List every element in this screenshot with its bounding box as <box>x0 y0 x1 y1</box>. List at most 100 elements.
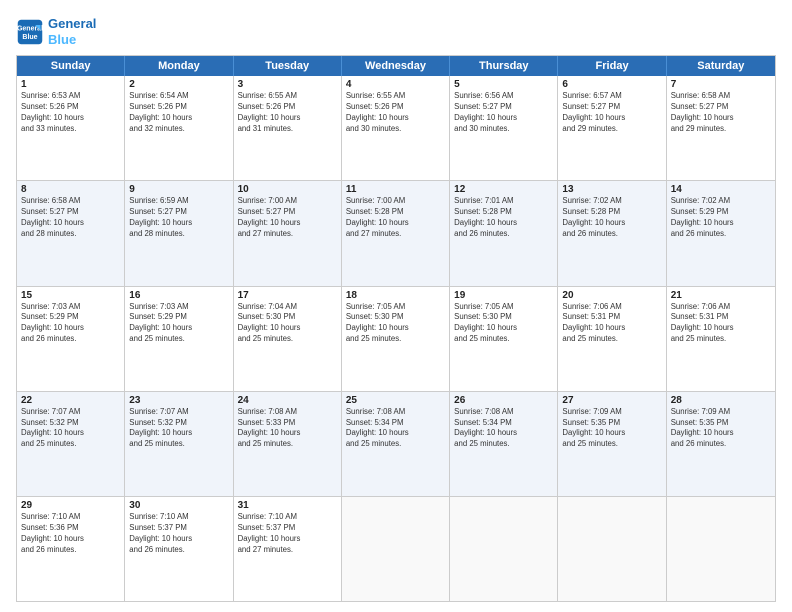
day-18: 18Sunrise: 7:05 AMSunset: 5:30 PMDayligh… <box>342 287 450 391</box>
day-info: Sunrise: 6:59 AMSunset: 5:27 PMDaylight:… <box>129 196 228 240</box>
day-4: 4Sunrise: 6:55 AMSunset: 5:26 PMDaylight… <box>342 76 450 180</box>
empty-cell <box>342 497 450 601</box>
day-30: 30Sunrise: 7:10 AMSunset: 5:37 PMDayligh… <box>125 497 233 601</box>
day-number: 22 <box>21 395 120 406</box>
week-row-4: 22Sunrise: 7:07 AMSunset: 5:32 PMDayligh… <box>17 391 775 496</box>
day-19: 19Sunrise: 7:05 AMSunset: 5:30 PMDayligh… <box>450 287 558 391</box>
day-info: Sunrise: 7:09 AMSunset: 5:35 PMDaylight:… <box>671 407 771 451</box>
day-number: 9 <box>129 184 228 195</box>
day-number: 24 <box>238 395 337 406</box>
day-number: 5 <box>454 79 553 90</box>
day-3: 3Sunrise: 6:55 AMSunset: 5:26 PMDaylight… <box>234 76 342 180</box>
day-number: 19 <box>454 290 553 301</box>
day-number: 4 <box>346 79 445 90</box>
day-info: Sunrise: 7:02 AMSunset: 5:28 PMDaylight:… <box>562 196 661 240</box>
day-number: 23 <box>129 395 228 406</box>
day-number: 6 <box>562 79 661 90</box>
logo-text: GeneralBlue <box>48 16 96 47</box>
day-21: 21Sunrise: 7:06 AMSunset: 5:31 PMDayligh… <box>667 287 775 391</box>
week-row-3: 15 Sunrise: 7:03 AMSunset: 5:29 PMDayligh… <box>17 286 775 391</box>
day-info: Sunrise: 6:57 AMSunset: 5:27 PMDaylight:… <box>562 91 661 135</box>
day-number: 8 <box>21 184 120 195</box>
day-info: Sunrise: 7:06 AMSunset: 5:31 PMDaylight:… <box>671 302 771 346</box>
day-info: Sunrise: 7:10 AMSunset: 5:37 PMDaylight:… <box>238 512 337 556</box>
day-28: 28Sunrise: 7:09 AMSunset: 5:35 PMDayligh… <box>667 392 775 496</box>
day-info: Sunrise: 7:08 AMSunset: 5:34 PMDaylight:… <box>346 407 445 451</box>
day-number: 26 <box>454 395 553 406</box>
day-29: 29Sunrise: 7:10 AMSunset: 5:36 PMDayligh… <box>17 497 125 601</box>
day-23: 23Sunrise: 7:07 AMSunset: 5:32 PMDayligh… <box>125 392 233 496</box>
day-26: 26Sunrise: 7:08 AMSunset: 5:34 PMDayligh… <box>450 392 558 496</box>
day-15: 15Sunrise: 7:03 AMSunset: 5:29 PMDayligh… <box>17 287 125 391</box>
day-1: 1Sunrise: 6:53 AMSunset: 5:26 PMDaylight… <box>17 76 125 180</box>
calendar-header: SundayMondayTuesdayWednesdayThursdayFrid… <box>17 56 775 76</box>
day-31: 31Sunrise: 7:10 AMSunset: 5:37 PMDayligh… <box>234 497 342 601</box>
calendar-body: 1Sunrise: 6:53 AMSunset: 5:26 PMDaylight… <box>17 76 775 601</box>
day-2: 2Sunrise: 6:54 AMSunset: 5:26 PMDaylight… <box>125 76 233 180</box>
header-day-monday: Monday <box>125 56 233 76</box>
day-9: 9Sunrise: 6:59 AMSunset: 5:27 PMDaylight… <box>125 181 233 285</box>
day-14: 14Sunrise: 7:02 AMSunset: 5:29 PMDayligh… <box>667 181 775 285</box>
day-info: Sunrise: 7:09 AMSunset: 5:35 PMDaylight:… <box>562 407 661 451</box>
day-number: 16 <box>129 290 228 301</box>
day-info: Sunrise: 7:00 AMSunset: 5:27 PMDaylight:… <box>238 196 337 240</box>
header-day-thursday: Thursday <box>450 56 558 76</box>
day-info: Sunrise: 6:56 AMSunset: 5:27 PMDaylight:… <box>454 91 553 135</box>
day-info: Sunrise: 6:55 AMSunset: 5:26 PMDaylight:… <box>346 91 445 135</box>
day-10: 10Sunrise: 7:00 AMSunset: 5:27 PMDayligh… <box>234 181 342 285</box>
header-day-tuesday: Tuesday <box>234 56 342 76</box>
day-info: Sunrise: 6:55 AMSunset: 5:26 PMDaylight:… <box>238 91 337 135</box>
day-12: 12Sunrise: 7:01 AMSunset: 5:28 PMDayligh… <box>450 181 558 285</box>
svg-text:Blue: Blue <box>22 34 37 41</box>
day-info: Sunrise: 7:10 AMSunset: 5:36 PMDaylight:… <box>21 512 120 556</box>
day-info: Sunrise: 7:05 AMSunset: 5:30 PMDaylight:… <box>454 302 553 346</box>
day-number: 1 <box>21 79 120 90</box>
week-row-5: 29Sunrise: 7:10 AMSunset: 5:36 PMDayligh… <box>17 496 775 601</box>
day-number: 18 <box>346 290 445 301</box>
day-number: 17 <box>238 290 337 301</box>
day-number: 15 <box>21 290 120 301</box>
day-info: Sunrise: 7:00 AMSunset: 5:28 PMDaylight:… <box>346 196 445 240</box>
day-16: 16Sunrise: 7:03 AMSunset: 5:29 PMDayligh… <box>125 287 233 391</box>
header-day-sunday: Sunday <box>17 56 125 76</box>
header-day-saturday: Saturday <box>667 56 775 76</box>
day-info: Sunrise: 7:07 AMSunset: 5:32 PMDaylight:… <box>129 407 228 451</box>
day-info: Sunrise: 7:08 AMSunset: 5:34 PMDaylight:… <box>454 407 553 451</box>
day-13: 13Sunrise: 7:02 AMSunset: 5:28 PMDayligh… <box>558 181 666 285</box>
empty-cell <box>667 497 775 601</box>
day-info: Sunrise: 7:06 AMSunset: 5:31 PMDaylight:… <box>562 302 661 346</box>
day-number: 21 <box>671 290 771 301</box>
header-day-friday: Friday <box>558 56 666 76</box>
day-info: Sunrise: 6:58 AMSunset: 5:27 PMDaylight:… <box>21 196 120 240</box>
day-info: Sunrise: 6:53 AMSunset: 5:26 PMDaylight:… <box>21 91 120 135</box>
day-info: Sunrise: 7:07 AMSunset: 5:32 PMDaylight:… <box>21 407 120 451</box>
day-number: 7 <box>671 79 771 90</box>
day-info: Sunrise: 7:10 AMSunset: 5:37 PMDaylight:… <box>129 512 228 556</box>
day-number: 31 <box>238 500 337 511</box>
day-22: 22Sunrise: 7:07 AMSunset: 5:32 PMDayligh… <box>17 392 125 496</box>
day-number: 2 <box>129 79 228 90</box>
day-info: Sunrise: 7:08 AMSunset: 5:33 PMDaylight:… <box>238 407 337 451</box>
header-day-wednesday: Wednesday <box>342 56 450 76</box>
day-info: Sunrise: 6:54 AMSunset: 5:26 PMDaylight:… <box>129 91 228 135</box>
day-number: 3 <box>238 79 337 90</box>
page-header: General Blue GeneralBlue <box>16 16 776 47</box>
day-11: 11Sunrise: 7:00 AMSunset: 5:28 PMDayligh… <box>342 181 450 285</box>
day-info: Sunrise: 7:04 AMSunset: 5:30 PMDaylight:… <box>238 302 337 346</box>
logo: General Blue GeneralBlue <box>16 16 96 47</box>
day-6: 6Sunrise: 6:57 AMSunset: 5:27 PMDaylight… <box>558 76 666 180</box>
day-info: Sunrise: 7:03 AMSunset: 5:29 PMDaylight:… <box>129 302 228 346</box>
calendar-page: General Blue GeneralBlue SundayMondayTue… <box>0 0 792 612</box>
day-20: 20Sunrise: 7:06 AMSunset: 5:31 PMDayligh… <box>558 287 666 391</box>
day-24: 24Sunrise: 7:08 AMSunset: 5:33 PMDayligh… <box>234 392 342 496</box>
day-number: 10 <box>238 184 337 195</box>
day-8: 8Sunrise: 6:58 AMSunset: 5:27 PMDaylight… <box>17 181 125 285</box>
day-17: 17Sunrise: 7:04 AMSunset: 5:30 PMDayligh… <box>234 287 342 391</box>
calendar-grid: SundayMondayTuesdayWednesdayThursdayFrid… <box>16 55 776 602</box>
day-number: 11 <box>346 184 445 195</box>
day-info: Sunrise: 6:58 AMSunset: 5:27 PMDaylight:… <box>671 91 771 135</box>
day-number: 20 <box>562 290 661 301</box>
week-row-1: 1Sunrise: 6:53 AMSunset: 5:26 PMDaylight… <box>17 76 775 180</box>
empty-cell <box>450 497 558 601</box>
day-5: 5Sunrise: 6:56 AMSunset: 5:27 PMDaylight… <box>450 76 558 180</box>
